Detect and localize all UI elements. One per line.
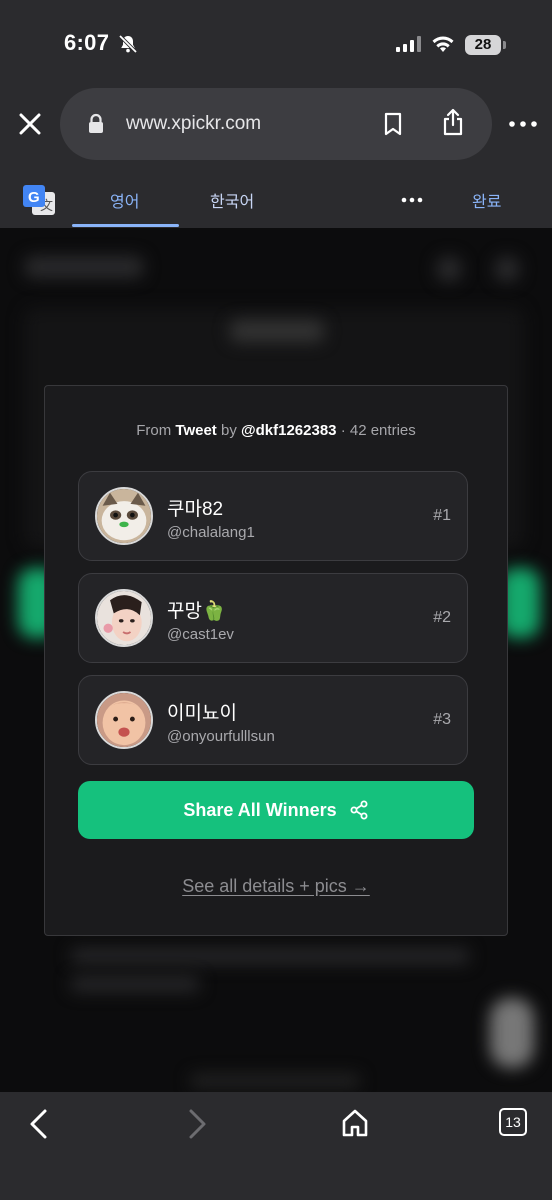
address-bar[interactable]	[60, 88, 492, 160]
url-text[interactable]: www.xpickr.com	[126, 113, 261, 135]
winner-handle: @onyourfulllsun	[167, 728, 275, 745]
avatar	[95, 691, 153, 749]
winner-row-3[interactable]: 이미뇨이 @onyourfulllsun #3	[78, 675, 468, 765]
winner-name: 꾸망🫑	[167, 601, 226, 622]
winner-row-2[interactable]: 꾸망🫑 @cast1ev #2	[78, 573, 468, 663]
share-icon[interactable]	[441, 108, 465, 136]
wifi-icon	[432, 36, 454, 52]
share-button-label: Share All Winners	[183, 799, 337, 820]
winner-handle: @cast1ev	[167, 626, 234, 643]
bell-muted-icon	[118, 34, 138, 54]
battery-tip	[503, 41, 506, 49]
by-label: by	[220, 422, 237, 439]
winner-rank: #1	[433, 507, 451, 524]
winner-row-1[interactable]: 쿠마82 @chalalang1 #1	[78, 471, 468, 561]
avatar	[95, 589, 153, 647]
lock-icon	[89, 113, 103, 133]
back-arrow-icon[interactable]	[26, 1108, 52, 1140]
bookmark-icon[interactable]	[383, 112, 403, 136]
winner-handle: @chalalang1	[167, 524, 255, 541]
close-icon[interactable]	[16, 110, 44, 138]
share-nodes-icon	[350, 800, 368, 820]
status-time: 6:07	[64, 30, 110, 55]
source-link[interactable]: Tweet	[175, 422, 216, 439]
entries-count: · 42 entries	[340, 422, 416, 439]
cellular-signal-icon	[396, 36, 421, 52]
home-icon[interactable]	[340, 1108, 370, 1138]
google-translate-icon[interactable]: 文 G	[22, 184, 56, 218]
author-handle[interactable]: @dkf1262383	[241, 422, 337, 439]
source-line: From Tweet by @dkf1262383 · 42 entries	[0, 422, 552, 439]
active-tab-indicator	[72, 224, 179, 227]
tab-target-language[interactable]: 한국어	[210, 188, 254, 212]
svg-text:G: G	[28, 189, 40, 206]
avatar	[95, 487, 153, 545]
share-all-winners-button[interactable]: Share All Winners	[78, 781, 474, 839]
from-prefix: From	[136, 422, 172, 439]
winner-name: 이미뇨이	[167, 703, 237, 724]
battery-indicator: 28	[465, 35, 501, 55]
translate-more-icon[interactable]	[400, 194, 424, 206]
translate-done-button[interactable]: 완료	[472, 188, 501, 212]
see-all-details-link[interactable]: See all details + pics →	[0, 876, 552, 897]
more-options-icon[interactable]	[507, 114, 539, 134]
winner-name: 쿠마82	[167, 499, 224, 520]
tab-switcher-button[interactable]: 13	[499, 1108, 527, 1136]
tab-source-language[interactable]: 영어	[110, 188, 139, 212]
winner-rank: #2	[433, 609, 451, 626]
winner-rank: #3	[433, 711, 451, 728]
forward-arrow-icon[interactable]	[184, 1108, 210, 1140]
bottom-toolbar	[0, 1092, 552, 1200]
